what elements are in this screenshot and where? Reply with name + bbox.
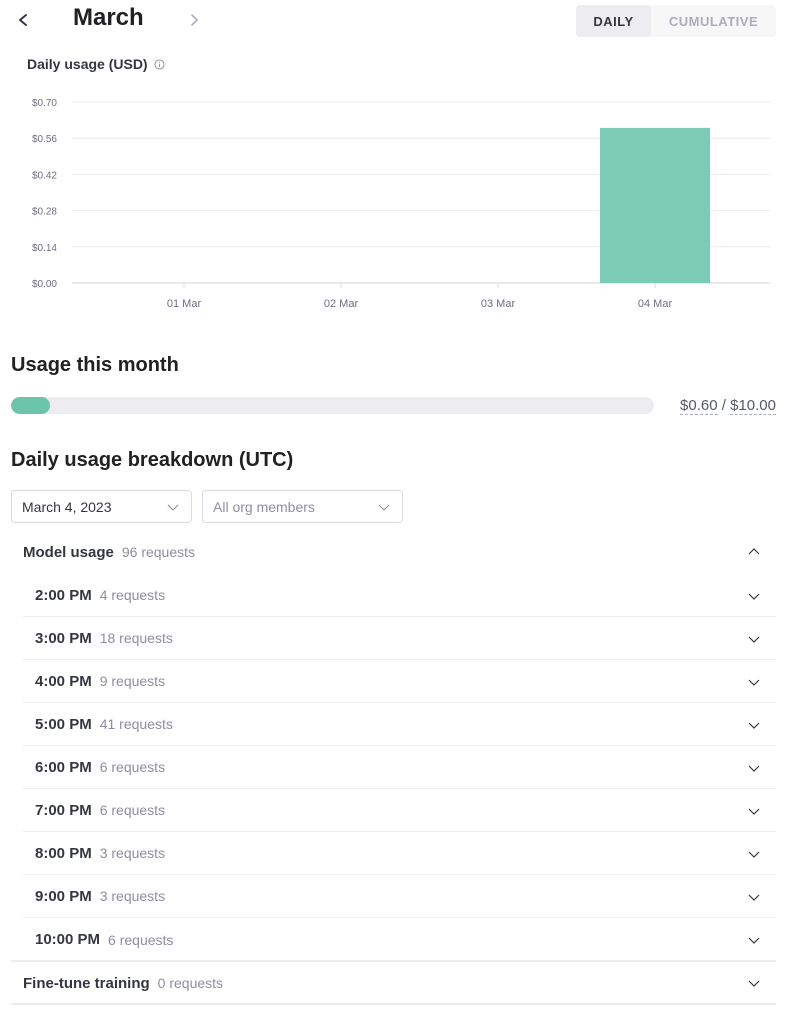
hour-request-count: 6 requests [99, 759, 166, 775]
hour-request-count: 18 requests [99, 630, 173, 646]
y-tick-label: $0.42 [32, 170, 57, 181]
breakdown-title: Daily usage breakdown (UTC) [11, 449, 294, 471]
chevron-down-icon [378, 504, 390, 511]
hour-label: 4:00 PM [35, 672, 92, 690]
chart-bar[interactable] [600, 127, 710, 283]
chevron-down-icon[interactable] [748, 891, 760, 903]
hour-label: 3:00 PM [35, 629, 92, 647]
x-tick-label: 02 Mar [324, 298, 359, 310]
hour-row[interactable]: 3:00 PM 18 requests [23, 617, 776, 660]
usage-progress-fill [11, 397, 50, 414]
usage-progress-bar [11, 397, 654, 414]
hour-row[interactable]: 10:00 PM 6 requests [23, 918, 776, 961]
month-navigation: March [0, 0, 300, 40]
chevron-right-icon[interactable] [184, 6, 204, 34]
chevron-up-icon[interactable] [748, 546, 760, 558]
chart-title: Daily usage (USD) [27, 56, 165, 72]
hour-request-count: 41 requests [99, 716, 173, 732]
hour-row[interactable]: 5:00 PM 41 requests [23, 703, 776, 746]
daily-toggle-button[interactable]: DAILY [576, 5, 651, 37]
chevron-down-icon[interactable] [748, 633, 760, 645]
daily-usage-chart: $0.00 $0.14 $0.28 $0.42 $0.56 $0.70 01 Mar 02 M… [32, 98, 770, 310]
x-tick-label: 04 Mar [638, 298, 673, 310]
chevron-down-icon[interactable] [748, 719, 760, 731]
hour-request-count: 3 requests [99, 845, 166, 861]
model-usage-group[interactable]: Model usage 96 requests [11, 531, 776, 573]
y-tick-label: $0.14 [32, 243, 57, 254]
members-select[interactable]: All org members [202, 490, 403, 523]
info-icon[interactable] [154, 58, 165, 70]
y-tick-label: $0.70 [32, 98, 57, 109]
chevron-left-icon[interactable] [14, 6, 34, 34]
y-tick-label: $0.28 [32, 207, 57, 218]
y-tick-label: $0.56 [32, 134, 57, 145]
fine-tune-label: Fine-tune training [23, 974, 150, 992]
hour-label: 10:00 PM [35, 931, 101, 948]
chevron-down-icon[interactable] [748, 762, 760, 774]
hour-label: 2:00 PM [35, 586, 92, 604]
chevron-down-icon[interactable] [748, 805, 760, 817]
hour-label: 5:00 PM [35, 715, 92, 733]
view-toggle: DAILY CUMULATIVE [576, 5, 776, 37]
hour-request-count: 6 requests [108, 931, 174, 948]
x-tick-label: 03 Mar [481, 298, 516, 310]
usage-month-title: Usage this month [11, 354, 179, 376]
hour-label: 8:00 PM [35, 844, 92, 862]
members-select-value: All org members [213, 498, 315, 515]
hour-row[interactable]: 8:00 PM 3 requests [23, 832, 776, 875]
model-usage-count: 96 requests [121, 544, 196, 560]
group-divider [11, 1003, 776, 1005]
hour-label: 9:00 PM [35, 887, 92, 905]
chevron-down-icon [167, 504, 179, 511]
chevron-down-icon[interactable] [748, 590, 760, 602]
chevron-down-icon[interactable] [748, 676, 760, 688]
hour-request-count: 3 requests [99, 888, 166, 904]
fine-tune-count: 0 requests [157, 975, 224, 991]
hour-label: 7:00 PM [35, 801, 92, 819]
model-usage-label: Model usage [23, 543, 114, 561]
hour-request-count: 9 requests [99, 673, 166, 689]
hour-row[interactable]: 2:00 PM 4 requests [23, 574, 776, 617]
hour-row[interactable]: 6:00 PM 6 requests [23, 746, 776, 789]
cumulative-toggle-button[interactable]: CUMULATIVE [651, 5, 776, 37]
chevron-down-icon[interactable] [748, 977, 760, 989]
date-select-value: March 4, 2023 [22, 498, 112, 515]
hour-row[interactable]: 7:00 PM 6 requests [23, 789, 776, 832]
hour-row[interactable]: 4:00 PM 9 requests [23, 660, 776, 703]
usage-used[interactable]: $0.60 [680, 397, 718, 415]
x-tick-label: 01 Mar [167, 298, 202, 310]
month-title: March [73, 4, 144, 31]
usage-separator: / [717, 397, 731, 414]
hour-request-count: 6 requests [99, 802, 166, 818]
hour-row[interactable]: 9:00 PM 3 requests [23, 875, 776, 918]
chevron-down-icon[interactable] [748, 934, 760, 946]
date-select[interactable]: March 4, 2023 [11, 490, 192, 523]
hour-request-count: 4 requests [99, 587, 166, 603]
usage-limit[interactable]: $10.00 [730, 397, 776, 415]
y-tick-label: $0.00 [32, 279, 57, 290]
chart-title-text: Daily usage (USD) [27, 56, 148, 72]
fine-tune-group[interactable]: Fine-tune training 0 requests [11, 962, 776, 1004]
hour-label: 6:00 PM [35, 758, 92, 776]
usage-amount: $0.60 / $10.00 [680, 397, 776, 415]
chevron-down-icon[interactable] [748, 848, 760, 860]
